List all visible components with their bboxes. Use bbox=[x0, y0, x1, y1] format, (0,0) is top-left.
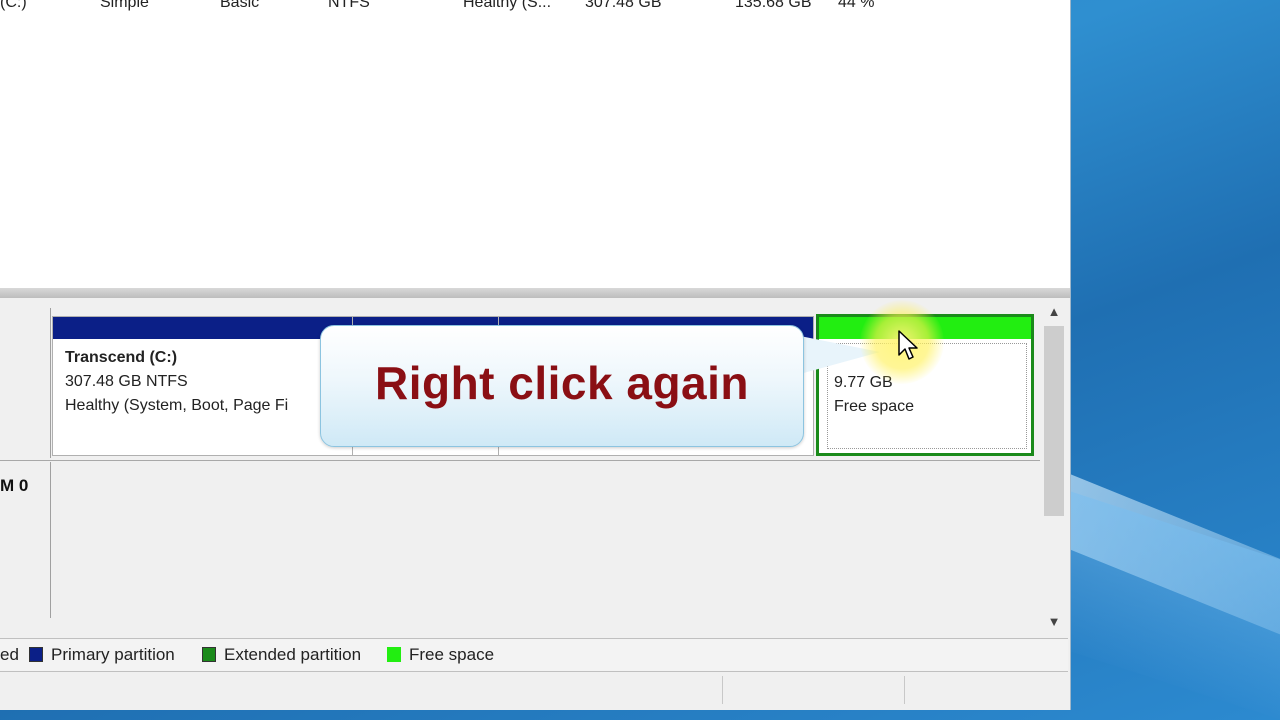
volume-cell-status: Healthy (S... bbox=[463, 0, 552, 11]
legend-item-unallocated: ed bbox=[0, 645, 19, 665]
legend-label: Free space bbox=[409, 645, 495, 664]
scroll-up-arrow-icon[interactable]: ▲ bbox=[1040, 304, 1068, 324]
partition-c-drive[interactable]: Transcend (C:) 307.48 GB NTFS Healthy (S… bbox=[52, 316, 354, 456]
legend-label: Extended partition bbox=[224, 645, 362, 664]
legend-item-extended: Extended partition bbox=[202, 645, 361, 665]
disk-pane-scrollbar[interactable]: ▲ ▼ bbox=[1040, 304, 1068, 636]
free-space-label: Free space bbox=[834, 398, 915, 415]
partition-legend: ed Primary partition Extended partition … bbox=[0, 638, 1068, 672]
legend-item-primary: Primary partition bbox=[29, 645, 175, 665]
volume-list[interactable]: (C:) Simple Basic NTFS Healthy (S... 307… bbox=[0, 0, 1070, 289]
callout-text: Right click again bbox=[374, 357, 750, 409]
wallpaper-light-beam-lower bbox=[1070, 491, 1280, 720]
status-separator bbox=[722, 676, 723, 704]
primary-swatch-icon bbox=[29, 647, 43, 662]
volume-cell-capacity: 307.48 GB bbox=[585, 0, 662, 11]
partition-status: Healthy (System, Boot, Page Fi bbox=[65, 397, 289, 414]
status-separator bbox=[904, 676, 905, 704]
pane-splitter[interactable] bbox=[0, 288, 1070, 298]
legend-item-free: Free space bbox=[387, 645, 494, 665]
scroll-down-arrow-icon[interactable]: ▼ bbox=[1040, 614, 1068, 634]
disk-label-cell-0[interactable] bbox=[0, 308, 51, 458]
volume-cell-free-space: 135.68 GB bbox=[735, 0, 812, 11]
volume-cell-filesystem: NTFS bbox=[328, 0, 370, 11]
volume-cell-name: (C:) bbox=[0, 0, 27, 11]
primary-partition-bar bbox=[53, 317, 353, 339]
volume-cell-type: Basic bbox=[220, 0, 260, 11]
volume-cell-percent-free: 44 % bbox=[838, 0, 875, 11]
partition-size: 307.48 GB NTFS bbox=[65, 373, 188, 390]
free-swatch-icon bbox=[387, 647, 401, 662]
status-bar bbox=[0, 672, 1068, 708]
partition-title: Transcend (C:) bbox=[65, 349, 178, 366]
disk-label-cell-1[interactable]: M 0 bbox=[0, 462, 51, 618]
legend-label: Primary partition bbox=[51, 645, 175, 664]
mouse-pointer-icon bbox=[898, 330, 918, 360]
disk-label: M 0 bbox=[0, 476, 29, 495]
extended-swatch-icon bbox=[202, 647, 216, 662]
volume-cell-layout: Simple bbox=[100, 0, 149, 11]
legend-label: ed bbox=[0, 645, 19, 664]
disk-row-separator bbox=[0, 460, 1040, 461]
tutorial-callout: Right click again bbox=[320, 325, 804, 447]
scroll-thumb[interactable] bbox=[1044, 326, 1064, 516]
